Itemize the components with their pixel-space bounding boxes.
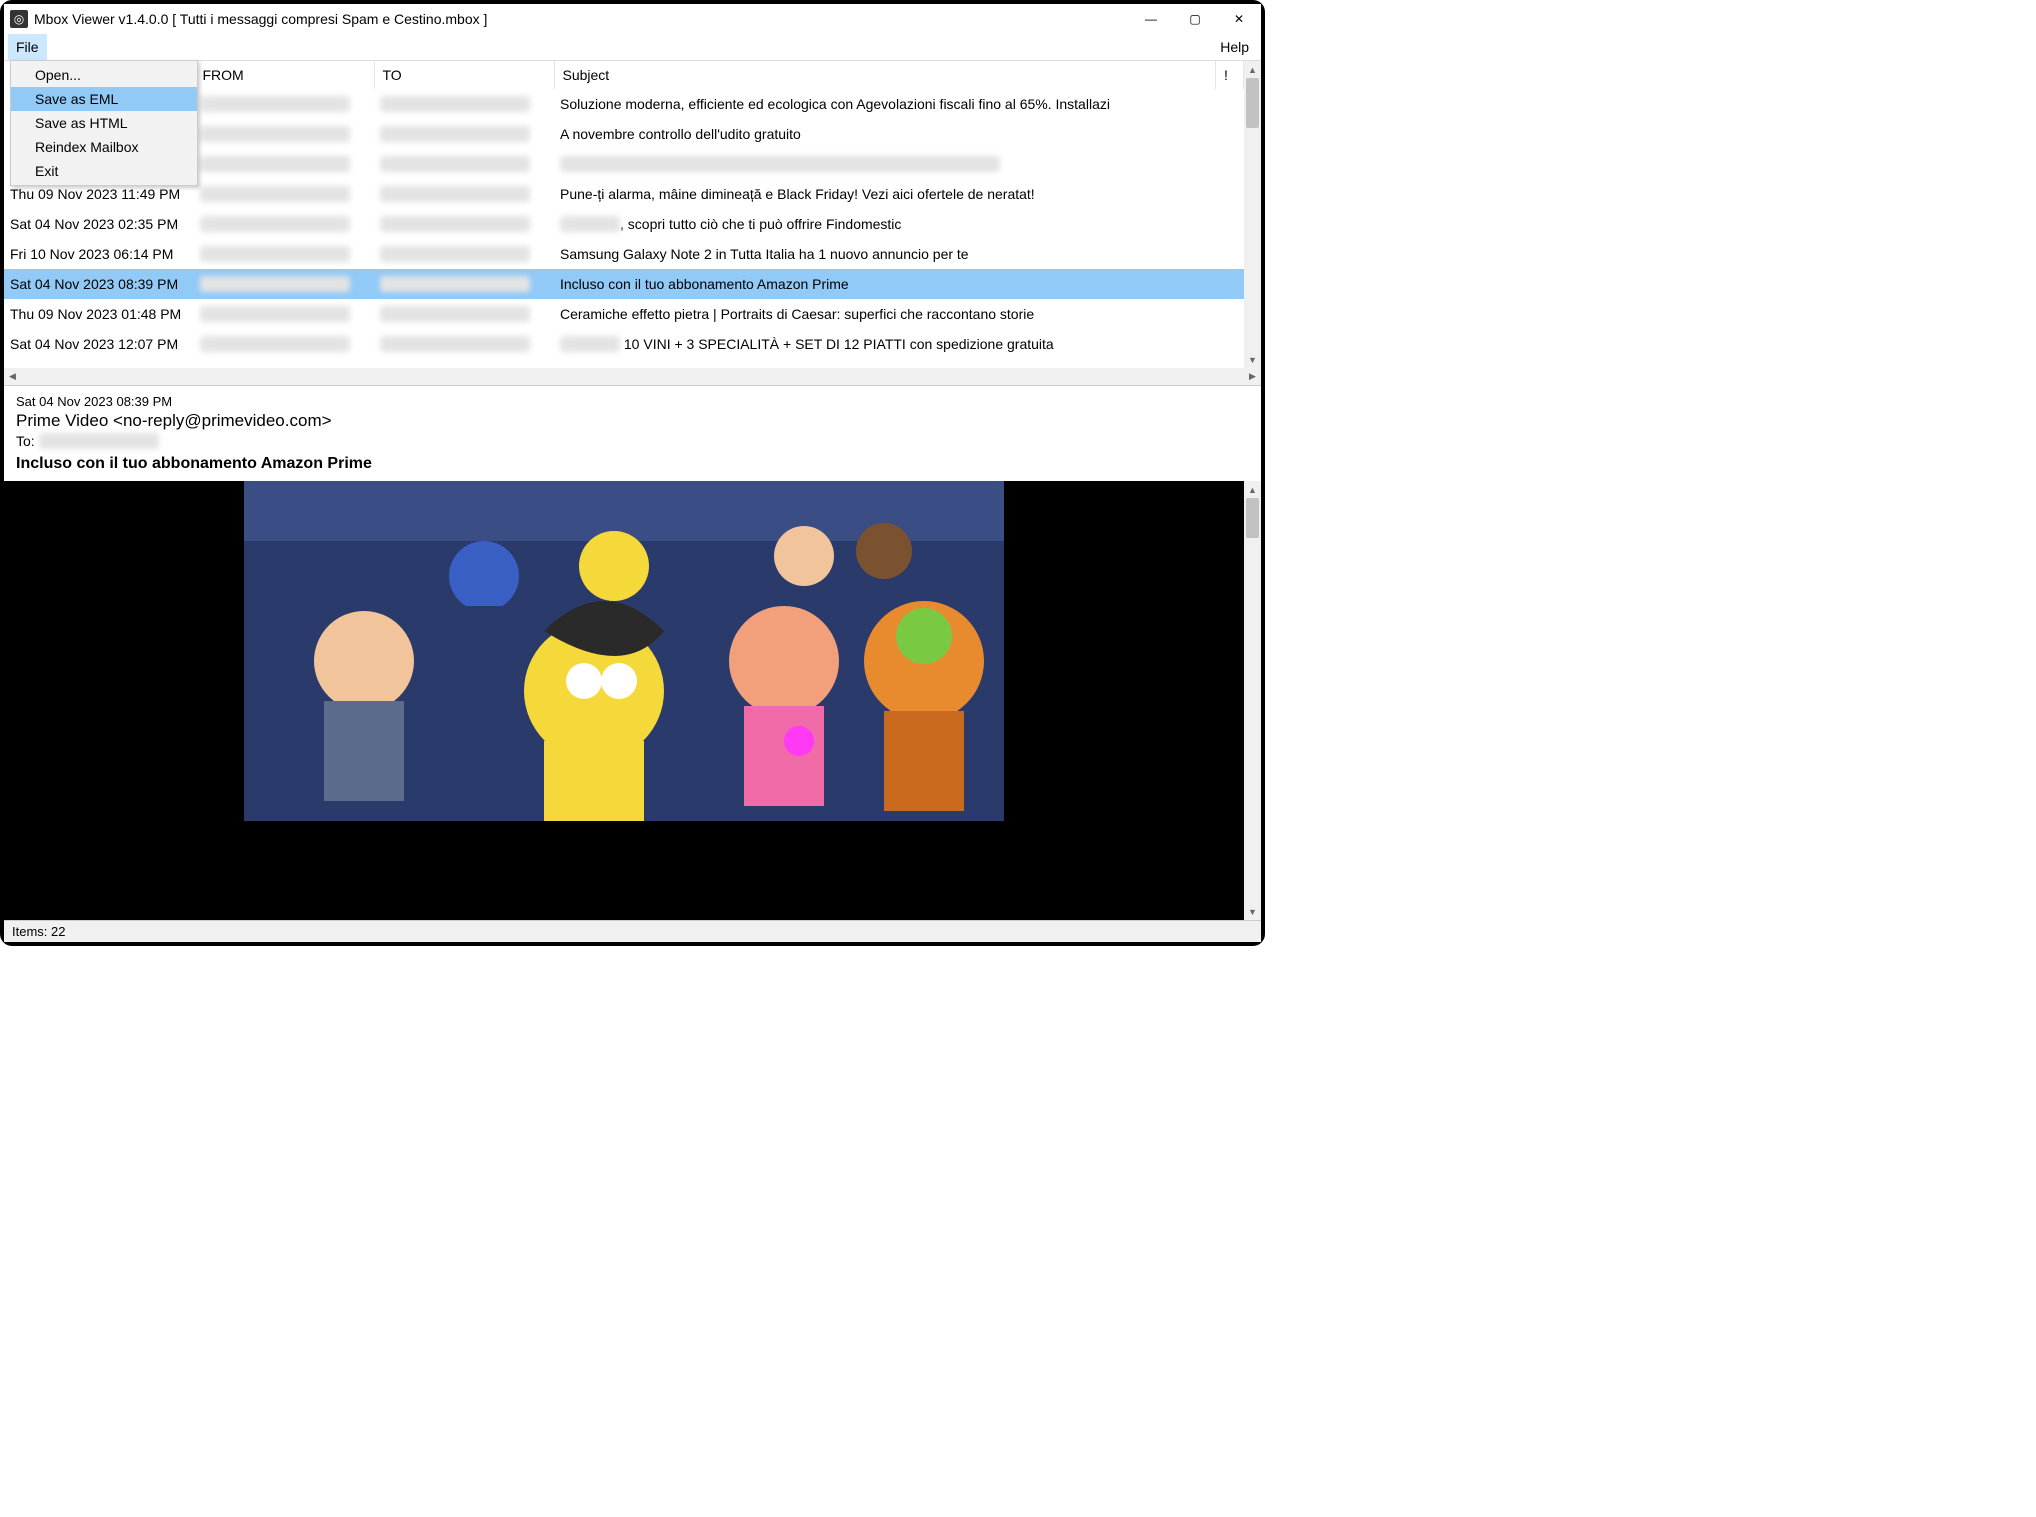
cell-to: xxxxx	[374, 299, 554, 329]
cell-flag	[1216, 119, 1244, 149]
cell-from: xxxxx	[194, 179, 374, 209]
scroll-left-icon[interactable]: ◀	[4, 368, 21, 385]
cell-subject: Pune-ți alarma, mâine dimineață e Black …	[554, 179, 1216, 209]
window-controls: — ▢ ✕	[1129, 4, 1261, 34]
table-hscrollbar[interactable]: ◀ ▶	[4, 368, 1261, 385]
file-dropdown: Open... Save as EML Save as HTML Reindex…	[10, 60, 198, 186]
menu-save-html[interactable]: Save as HTML	[11, 111, 197, 135]
cell-to: xxxxx	[374, 179, 554, 209]
menu-open[interactable]: Open...	[11, 63, 197, 87]
cell-flag	[1216, 149, 1244, 179]
scroll-right-icon[interactable]: ▶	[1244, 368, 1261, 385]
cell-to: xxxxx	[374, 149, 554, 179]
menubar: File Help	[4, 34, 1261, 60]
email-image	[244, 481, 1004, 821]
statusbar: Items: 22	[4, 920, 1261, 942]
table-row[interactable]: Thu 09 Nov 2023 01:48 PMxxxxxxxxxxCerami…	[4, 299, 1244, 329]
status-items: Items: 22	[12, 924, 65, 939]
menu-exit[interactable]: Exit	[11, 159, 197, 183]
menu-file[interactable]: File	[8, 34, 47, 60]
cell-from: xxxxx	[194, 149, 374, 179]
cell-to: xxxxx	[374, 89, 554, 119]
cell-from: xxxxx	[194, 329, 374, 359]
cell-subject: x	[554, 149, 1216, 179]
window-title: Mbox Viewer v1.4.0.0 [ Tutti i messaggi …	[34, 11, 1129, 27]
cell-date: Thu 09 Nov 2023 01:48 PM	[4, 299, 194, 329]
cell-subject: A novembre controllo dell'udito gratuito	[554, 119, 1216, 149]
cell-flag	[1216, 269, 1244, 299]
cell-subject: xx, scopri tutto ciò che ti può offrire …	[554, 209, 1216, 239]
cell-flag	[1216, 179, 1244, 209]
preview-subject: Incluso con il tuo abbonamento Amazon Pr…	[16, 455, 1249, 473]
cell-date: Sat 04 Nov 2023 02:35 PM	[4, 209, 194, 239]
col-from[interactable]: FROM	[194, 61, 374, 89]
scroll-thumb[interactable]	[1246, 498, 1259, 538]
cell-from: xxxxx	[194, 209, 374, 239]
menu-save-eml[interactable]: Save as EML	[11, 87, 197, 111]
menu-reindex[interactable]: Reindex Mailbox	[11, 135, 197, 159]
cell-subject: Soluzione moderna, efficiente ed ecologi…	[554, 89, 1216, 119]
scroll-down-icon[interactable]: ▼	[1244, 903, 1261, 920]
preview-header: Sat 04 Nov 2023 08:39 PM Prime Video <no…	[4, 386, 1261, 481]
cell-from: xxxxx	[194, 119, 374, 149]
cell-flag	[1216, 329, 1244, 359]
preview-content	[4, 481, 1244, 920]
cell-flag	[1216, 209, 1244, 239]
cell-from: xxxxx	[194, 269, 374, 299]
cell-to: xxxxx	[374, 119, 554, 149]
table-row[interactable]: Sat 04 Nov 2023 12:07 PMxxxxxxxxxxxx 10 …	[4, 329, 1244, 359]
cell-subject: xx 10 VINI + 3 SPECIALITÀ + SET DI 12 PI…	[554, 329, 1216, 359]
preview-from: Prime Video <no-reply@primevideo.com>	[16, 411, 1249, 431]
preview-pane: Sat 04 Nov 2023 08:39 PM Prime Video <no…	[4, 385, 1261, 920]
cell-to: xxxxx	[374, 269, 554, 299]
scroll-up-icon[interactable]: ▲	[1244, 481, 1261, 498]
cell-from: xxxxx	[194, 239, 374, 269]
cell-flag	[1216, 239, 1244, 269]
scroll-thumb[interactable]	[1246, 78, 1259, 128]
cell-subject: Incluso con il tuo abbonamento Amazon Pr…	[554, 269, 1216, 299]
titlebar: ◎ Mbox Viewer v1.4.0.0 [ Tutti i messagg…	[4, 4, 1261, 34]
scroll-down-icon[interactable]: ▼	[1244, 351, 1261, 368]
preview-date: Sat 04 Nov 2023 08:39 PM	[16, 394, 1249, 409]
app-icon: ◎	[10, 10, 28, 28]
cell-subject: Samsung Galaxy Note 2 in Tutta Italia ha…	[554, 239, 1216, 269]
cell-from: xxxxx	[194, 299, 374, 329]
cell-to: xxxxx	[374, 329, 554, 359]
table-row[interactable]: Sat 04 Nov 2023 02:35 PMxxxxxxxxxxxx, sc…	[4, 209, 1244, 239]
cell-to: xxxxx	[374, 239, 554, 269]
redacted: xxxxxxx	[39, 433, 159, 449]
table-vscrollbar[interactable]: ▲ ▼	[1244, 61, 1261, 368]
menu-help[interactable]: Help	[1212, 34, 1257, 60]
scroll-up-icon[interactable]: ▲	[1244, 61, 1261, 78]
cell-date: Sat 04 Nov 2023 12:07 PM	[4, 329, 194, 359]
preview-to: To: xxxxxxx	[16, 433, 1249, 449]
cell-date: Fri 10 Nov 2023 06:14 PM	[4, 239, 194, 269]
cell-subject: Ceramiche effetto pietra | Portraits di …	[554, 299, 1216, 329]
col-to[interactable]: TO	[374, 61, 554, 89]
minimize-button[interactable]: —	[1129, 4, 1173, 34]
col-subject[interactable]: Subject	[554, 61, 1216, 89]
cell-flag	[1216, 89, 1244, 119]
cell-flag	[1216, 299, 1244, 329]
col-flag[interactable]: !	[1216, 61, 1244, 89]
cell-to: xxxxx	[374, 209, 554, 239]
close-button[interactable]: ✕	[1217, 4, 1261, 34]
cell-from: xxxxx	[194, 89, 374, 119]
preview-vscrollbar[interactable]: ▲ ▼	[1244, 481, 1261, 920]
maximize-button[interactable]: ▢	[1173, 4, 1217, 34]
table-row[interactable]: Fri 10 Nov 2023 06:14 PMxxxxxxxxxxSamsun…	[4, 239, 1244, 269]
cell-date: Sat 04 Nov 2023 08:39 PM	[4, 269, 194, 299]
table-row[interactable]: Sat 04 Nov 2023 08:39 PMxxxxxxxxxxInclus…	[4, 269, 1244, 299]
